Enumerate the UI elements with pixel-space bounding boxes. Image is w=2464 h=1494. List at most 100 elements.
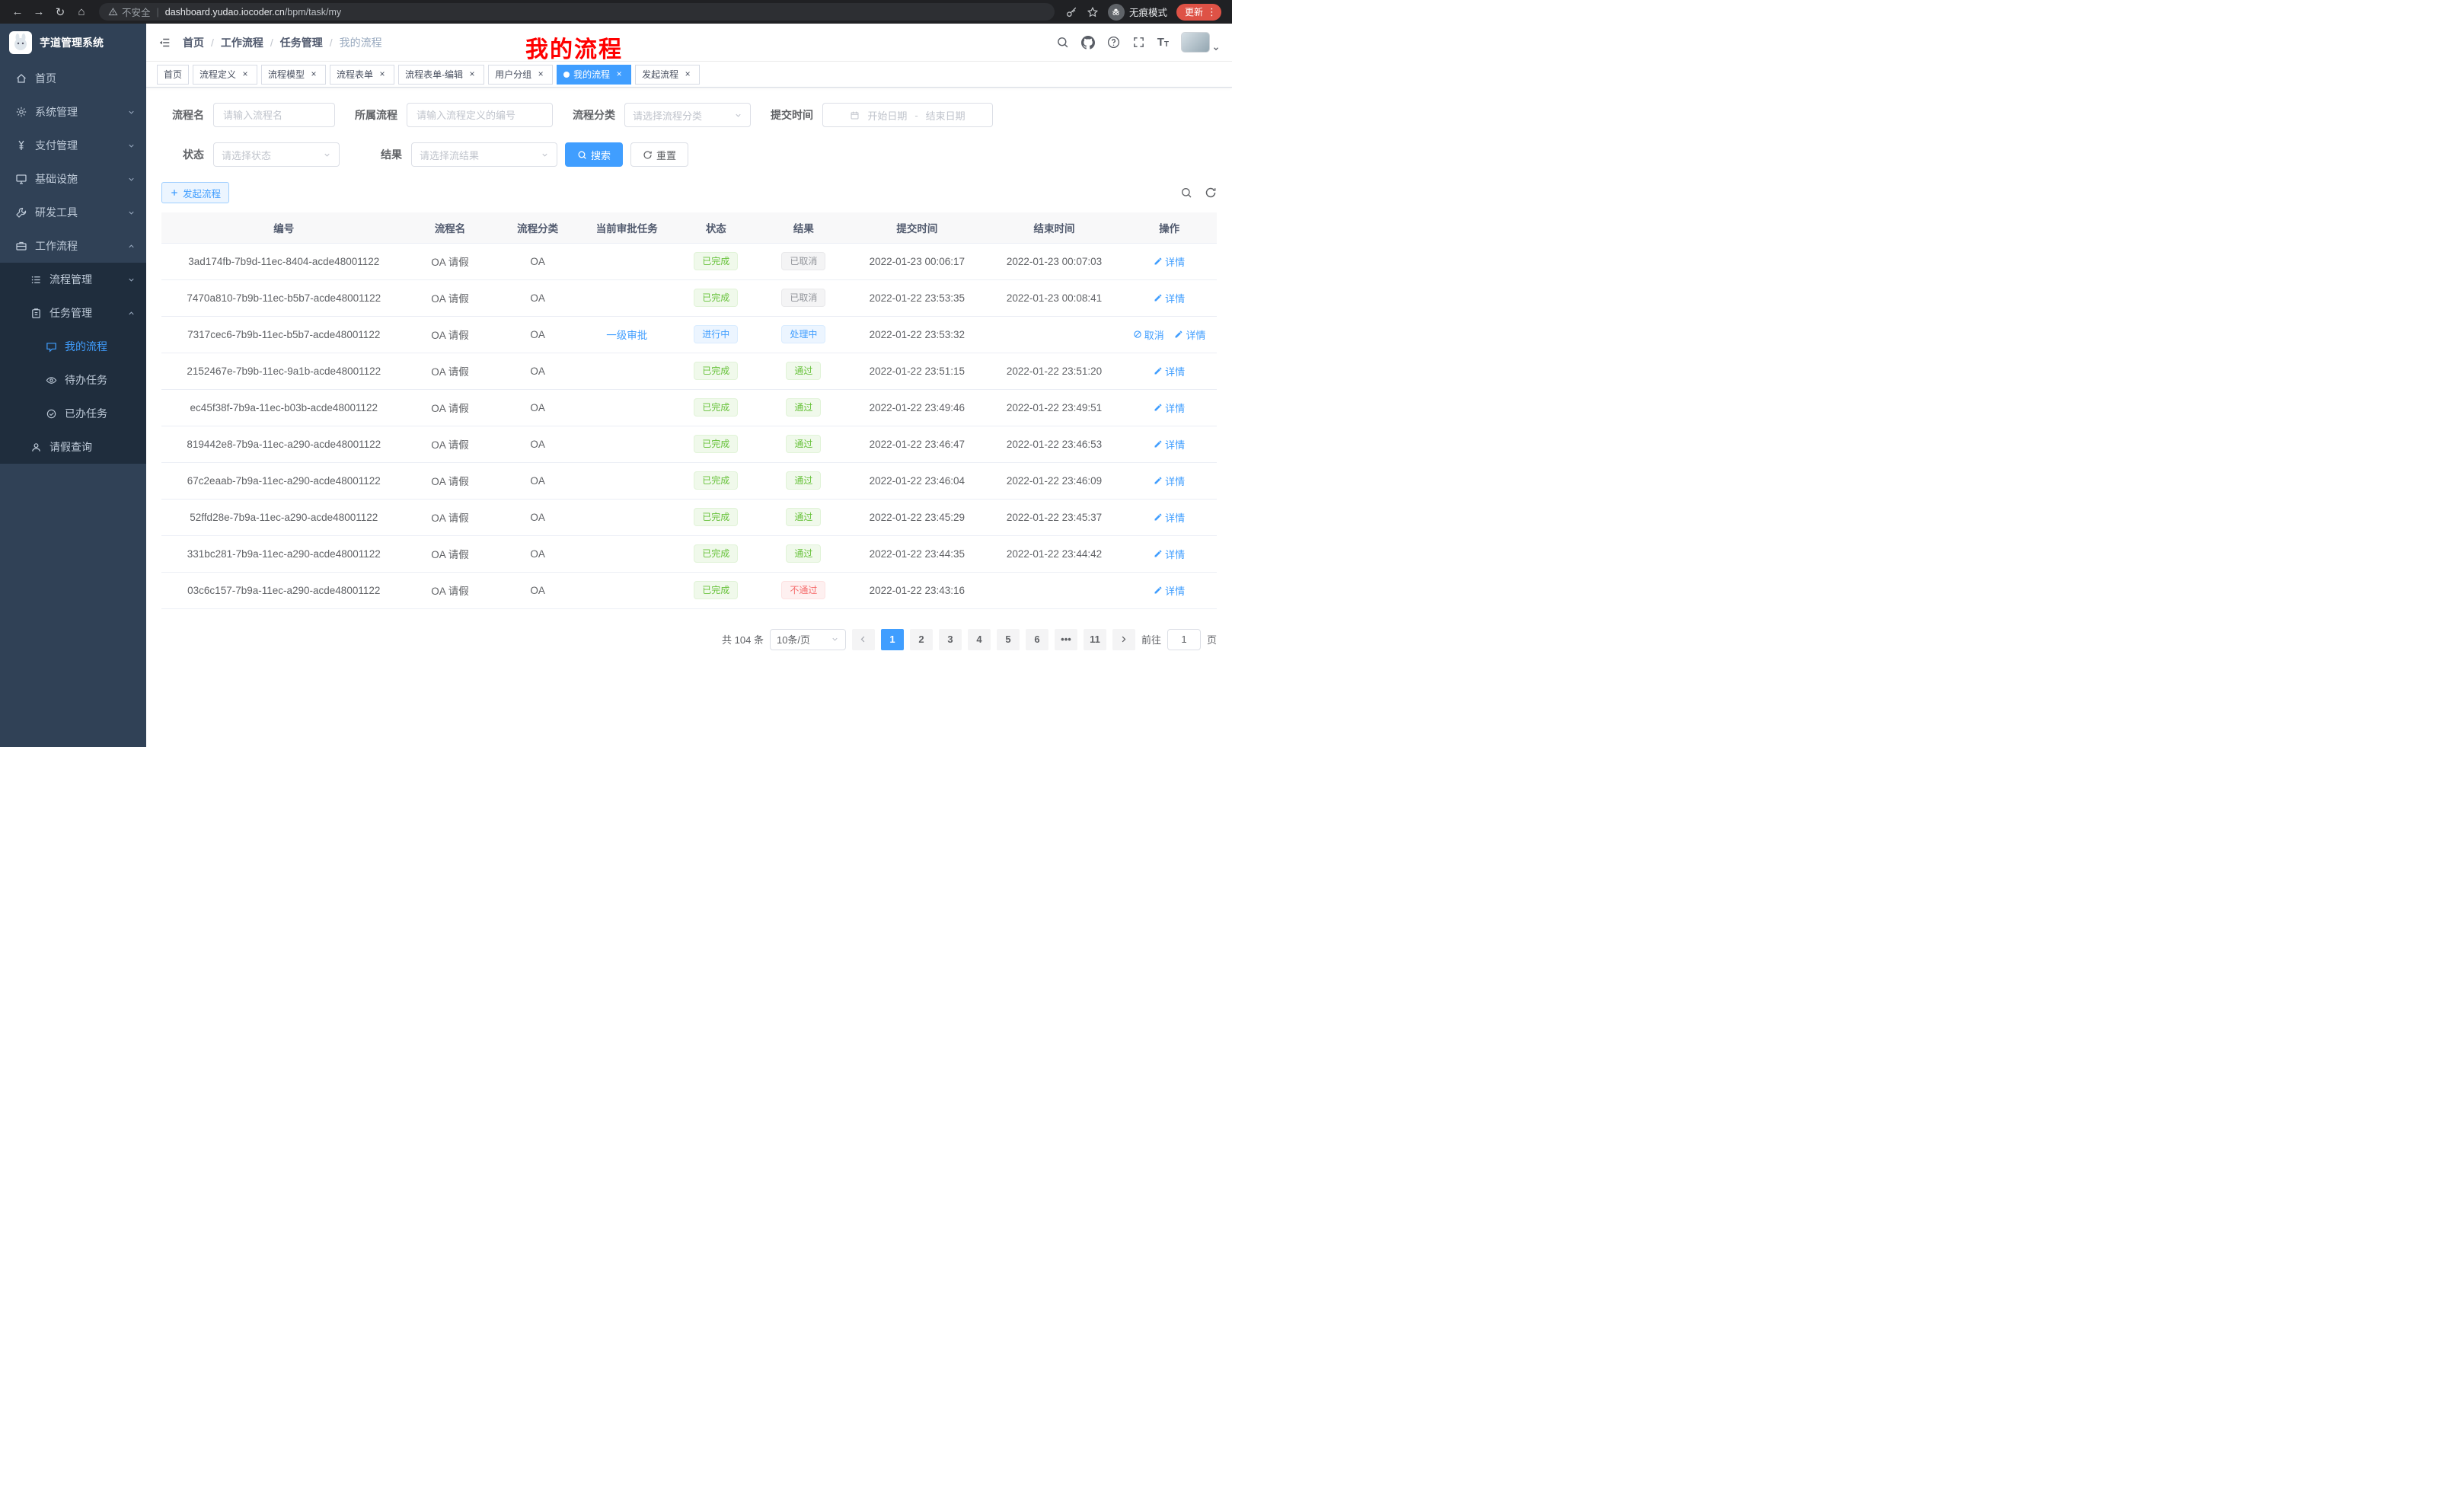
sidebar-item-leave-query[interactable]: 请假查询: [0, 430, 146, 464]
page-size-select[interactable]: 10条/页: [770, 629, 846, 650]
security-warning[interactable]: 不安全: [108, 5, 151, 19]
category-select[interactable]: 请选择流程分类: [624, 103, 751, 127]
detail-link[interactable]: 详情: [1154, 401, 1185, 415]
detail-link[interactable]: 详情: [1154, 474, 1185, 488]
sidebar-item-my-process[interactable]: 我的流程: [0, 330, 146, 363]
chevron-down-icon: [127, 175, 136, 184]
toggle-search-icon[interactable]: [1180, 187, 1192, 199]
current-task-link[interactable]: 一级审批: [606, 330, 647, 341]
tab-process-definition[interactable]: 流程定义×: [193, 65, 257, 85]
col-id: 编号: [161, 212, 407, 243]
security-label: 不安全: [122, 5, 151, 19]
detail-link[interactable]: 详情: [1154, 510, 1185, 525]
detail-link[interactable]: 详情: [1154, 437, 1185, 452]
tab-process-form[interactable]: 流程表单×: [330, 65, 394, 85]
reload-icon[interactable]: ↻: [50, 2, 70, 22]
edit-icon: [1154, 549, 1163, 558]
breadcrumb: 首页 / 工作流程 / 任务管理 / 我的流程: [183, 35, 382, 50]
tab-my-process[interactable]: 我的流程×: [557, 65, 631, 85]
result-badge: 通过: [786, 508, 821, 526]
more-pages-button[interactable]: •••: [1055, 629, 1077, 650]
logo[interactable]: 芋道管理系统: [0, 24, 146, 62]
col-category: 流程分类: [494, 212, 582, 243]
result-select[interactable]: 请选择流结果: [411, 142, 557, 167]
github-icon[interactable]: [1081, 36, 1095, 49]
process-def-input[interactable]: [407, 103, 553, 127]
sidebar-toggle-icon[interactable]: [146, 36, 183, 49]
sidebar-item-process-mgmt[interactable]: 流程管理: [0, 263, 146, 296]
close-icon[interactable]: ×: [682, 69, 693, 80]
page-button[interactable]: 6: [1026, 629, 1048, 650]
back-icon[interactable]: ←: [8, 2, 27, 22]
close-icon[interactable]: ×: [240, 69, 251, 80]
close-icon[interactable]: ×: [377, 69, 388, 80]
sidebar-item-dashboard[interactable]: 首页: [0, 62, 146, 95]
sidebar-item-workflow[interactable]: 工作流程: [0, 229, 146, 263]
goto-page-input[interactable]: [1167, 629, 1201, 650]
result-badge: 通过: [786, 398, 821, 417]
create-process-button[interactable]: 发起流程: [161, 182, 229, 203]
sidebar-item-task-mgmt[interactable]: 任务管理: [0, 296, 146, 330]
user-menu[interactable]: [1181, 32, 1220, 53]
sidebar-item-devtools[interactable]: 研发工具: [0, 196, 146, 229]
close-icon[interactable]: ×: [614, 69, 624, 80]
font-size-icon[interactable]: TT: [1157, 36, 1169, 49]
search-icon[interactable]: [1056, 36, 1069, 49]
help-icon[interactable]: [1107, 36, 1120, 49]
table-row: 3ad174fb-7b9d-11ec-8404-acde48001122 OA …: [161, 243, 1217, 279]
breadcrumb-workflow[interactable]: 工作流程: [221, 35, 263, 50]
filter-label-process-def: 所属流程: [355, 107, 397, 123]
fullscreen-icon[interactable]: [1132, 36, 1145, 49]
breadcrumb-task-mgmt[interactable]: 任务管理: [280, 35, 323, 50]
close-icon[interactable]: ×: [467, 69, 477, 80]
update-button[interactable]: 更新 ⋮: [1176, 4, 1221, 21]
tab-home[interactable]: 首页: [157, 65, 189, 85]
user-icon: [30, 442, 42, 453]
bookmark-star-icon[interactable]: [1087, 6, 1099, 18]
process-name-input[interactable]: [213, 103, 335, 127]
briefcase-icon: [15, 240, 27, 252]
tab-process-form-edit[interactable]: 流程表单-编辑×: [398, 65, 484, 85]
close-icon[interactable]: ×: [535, 69, 546, 80]
sidebar-item-todo-tasks[interactable]: 待办任务: [0, 363, 146, 397]
page-button[interactable]: 5: [997, 629, 1020, 650]
refresh-list-icon[interactable]: [1205, 187, 1217, 199]
detail-link[interactable]: 详情: [1154, 291, 1185, 305]
breadcrumb-home[interactable]: 首页: [183, 35, 204, 50]
detail-link[interactable]: 详情: [1154, 547, 1185, 561]
tab-start-process[interactable]: 发起流程×: [635, 65, 700, 85]
incognito-label: 无痕模式: [1129, 5, 1167, 19]
detail-link[interactable]: 详情: [1154, 254, 1185, 269]
search-button[interactable]: 搜索: [565, 142, 623, 167]
tab-user-group[interactable]: 用户分组×: [488, 65, 553, 85]
close-icon[interactable]: ×: [308, 69, 319, 80]
sidebar-item-done-tasks[interactable]: 已办任务: [0, 397, 146, 430]
breadcrumb-current: 我的流程: [340, 35, 382, 50]
col-status: 状态: [672, 212, 760, 243]
page-button[interactable]: 3: [939, 629, 962, 650]
sidebar-item-payment[interactable]: 支付管理: [0, 129, 146, 162]
page-button[interactable]: 11: [1084, 629, 1106, 650]
page-button[interactable]: 1: [881, 629, 904, 650]
forward-icon[interactable]: →: [29, 2, 49, 22]
detail-link[interactable]: 详情: [1174, 327, 1205, 342]
prev-page-button[interactable]: [852, 629, 875, 650]
next-page-button[interactable]: [1112, 629, 1135, 650]
browser-menu-icon[interactable]: ⋮: [1207, 7, 1217, 17]
detail-link[interactable]: 详情: [1154, 364, 1185, 378]
sidebar-item-system[interactable]: 系统管理: [0, 95, 146, 129]
home-icon[interactable]: ⌂: [72, 2, 91, 22]
status-select[interactable]: 请选择状态: [213, 142, 340, 167]
reset-button[interactable]: 重置: [630, 142, 688, 167]
detail-link[interactable]: 详情: [1154, 583, 1185, 598]
address-bar[interactable]: 不安全 | dashboard.yudao.iocoder.cn/bpm/tas…: [99, 3, 1055, 21]
tab-process-model[interactable]: 流程模型×: [261, 65, 326, 85]
cancel-link[interactable]: 取消: [1133, 327, 1164, 342]
key-icon[interactable]: [1065, 6, 1077, 18]
edit-icon: [1174, 330, 1183, 339]
date-range-picker[interactable]: 开始日期 - 结束日期: [822, 103, 993, 127]
filter-label-status: 状态: [161, 147, 204, 162]
sidebar-item-infra[interactable]: 基础设施: [0, 162, 146, 196]
page-button[interactable]: 2: [910, 629, 933, 650]
page-button[interactable]: 4: [968, 629, 991, 650]
